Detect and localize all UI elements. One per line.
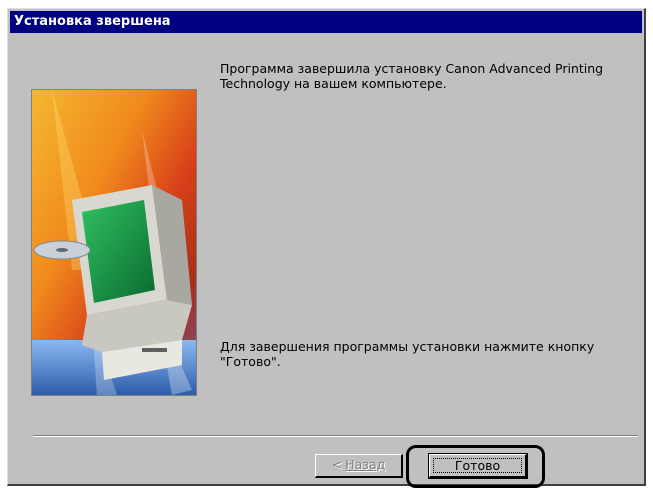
completion-message: Программа завершила установку Canon Adva… [220, 61, 604, 91]
window-title: Установка звершена [14, 14, 171, 29]
setup-illustration [31, 89, 197, 396]
back-arrow-icon: < [331, 457, 343, 472]
computer-with-cd-icon [32, 90, 196, 395]
back-button[interactable]: < Назад [315, 454, 403, 478]
setup-dialog: Установка звершена Программа завершила у… [7, 8, 646, 488]
separator-line [33, 435, 638, 437]
finish-button[interactable]: Готово [428, 453, 528, 479]
title-bar: Установка звершена [10, 11, 642, 33]
back-button-label: Назад [345, 457, 386, 472]
finish-button-label: Готово [433, 458, 522, 473]
instruction-message: Для завершения программы установки нажми… [220, 339, 595, 369]
